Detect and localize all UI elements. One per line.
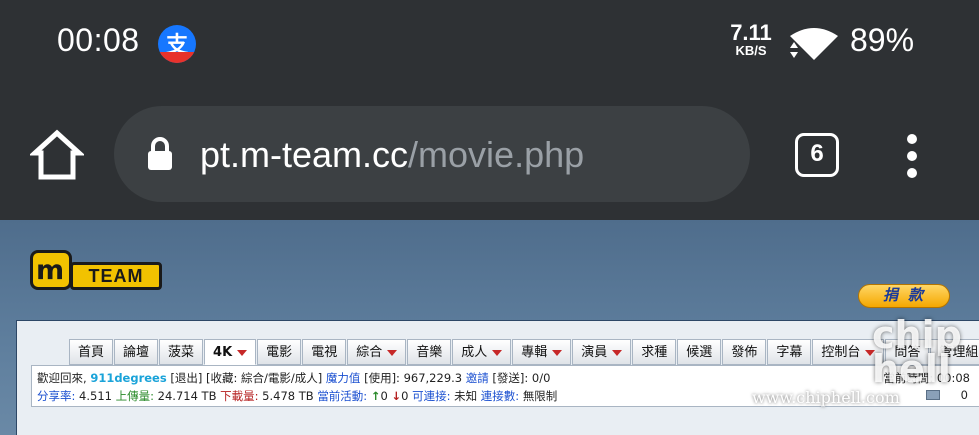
sent-value: [發送]: 0/0 bbox=[492, 371, 551, 385]
dropdown-caret-icon bbox=[387, 349, 398, 356]
dropdown-caret-icon bbox=[552, 349, 563, 356]
dropdown-caret-icon bbox=[492, 349, 503, 356]
nav-tab-2[interactable]: 菠菜 bbox=[159, 339, 204, 365]
nav-tab-label: 字幕 bbox=[776, 345, 803, 360]
lock-icon bbox=[148, 137, 172, 170]
nav-tab-label: 綜合 bbox=[356, 345, 383, 360]
nav-tab-1[interactable]: 論壇 bbox=[114, 339, 159, 365]
connectable-value: 未知 bbox=[454, 389, 478, 403]
logo-text: TEAM bbox=[88, 266, 144, 286]
watermark-text: www.chiphell.com bbox=[752, 388, 900, 407]
tab-switcher-button[interactable]: 6 bbox=[795, 133, 839, 177]
active-seeding[interactable]: 0 bbox=[380, 389, 387, 403]
nav-tab-9[interactable]: 專輯 bbox=[512, 339, 572, 365]
upload-value: 24.714 TB bbox=[157, 389, 217, 403]
connections-value: 無限制 bbox=[522, 389, 558, 403]
bonus-link[interactable]: 魔力值 bbox=[326, 371, 361, 385]
nav-tab-label: 首頁 bbox=[78, 345, 105, 360]
nav-tab-label: 求種 bbox=[641, 345, 668, 360]
battery-level: 89% bbox=[850, 22, 915, 58]
nav-tab-0[interactable]: 首頁 bbox=[69, 339, 114, 365]
download-value: 5.478 TB bbox=[262, 389, 314, 403]
active-leeching[interactable]: 0 bbox=[401, 389, 408, 403]
url-path: /movie.php bbox=[408, 134, 585, 175]
active-label: 當前活動: bbox=[317, 389, 368, 403]
network-speed: 7.11 KB/S bbox=[728, 22, 774, 58]
nav-tab-label: 專輯 bbox=[521, 345, 548, 360]
connectable-label: 可連接: bbox=[412, 389, 451, 403]
nav-tab-label: 電視 bbox=[311, 345, 338, 360]
nav-tab-label: 音樂 bbox=[416, 345, 443, 360]
nav-tab-7[interactable]: 音樂 bbox=[407, 339, 452, 365]
user-info-row-1: 歡迎回來, 911degrees [退出] [收藏: 綜合/電影/成人] 魔力值… bbox=[37, 370, 550, 386]
nav-tab-8[interactable]: 成人 bbox=[452, 339, 512, 365]
nav-tab-13[interactable]: 發佈 bbox=[722, 339, 767, 365]
network-speed-value: 7.11 bbox=[730, 20, 772, 45]
status-bar: 00:08 支 7.11 KB/S 89% bbox=[0, 0, 979, 88]
network-speed-unit: KB/S bbox=[735, 43, 767, 58]
nav-tab-label: 候選 bbox=[686, 345, 713, 360]
ratio-label: 分享率: bbox=[37, 389, 76, 403]
download-label: 下載量: bbox=[220, 389, 259, 403]
main-nav: 首頁 論壇 菠菜 4K 電影 電視 綜合 音樂 成人 專輯 演員 求種 候選 發佈 字幕 控制台 問答 管理組 bbox=[69, 339, 979, 365]
nav-tab-14[interactable]: 字幕 bbox=[767, 339, 812, 365]
nav-tab-label: 論壇 bbox=[123, 345, 150, 360]
nav-tab-label: 成人 bbox=[461, 345, 488, 360]
url-text[interactable]: pt.m-team.cc/movie.php bbox=[200, 134, 584, 176]
connections-label: 連接數: bbox=[480, 389, 520, 403]
user-info-row-2: 分享率: 4.511 上傳量: 24.714 TB 下載量: 5.478 TB … bbox=[37, 388, 557, 404]
nav-tab-6[interactable]: 綜合 bbox=[347, 339, 407, 365]
nav-tab-10[interactable]: 演員 bbox=[572, 339, 632, 365]
donate-button[interactable]: 捐款 bbox=[858, 284, 950, 308]
bonus-value: [使用]: 967,229.3 bbox=[364, 371, 463, 385]
nav-tab-4[interactable]: 電影 bbox=[257, 339, 302, 365]
welcome-text: 歡迎回來, bbox=[37, 371, 87, 385]
invite-link[interactable]: 邀請 bbox=[466, 371, 489, 385]
nav-tab-label: 電影 bbox=[266, 345, 293, 360]
overflow-menu-icon[interactable] bbox=[900, 132, 924, 180]
nav-tab-label: 演員 bbox=[581, 345, 608, 360]
address-bar[interactable]: pt.m-team.cc/movie.php bbox=[114, 106, 750, 202]
logout-link[interactable]: [退出] bbox=[170, 371, 202, 385]
browser-toolbar: pt.m-team.cc/movie.php 6 bbox=[0, 88, 979, 220]
ratio-value: 4.511 bbox=[79, 389, 112, 403]
main-panel: 首頁 論壇 菠菜 4K 電影 電視 綜合 音樂 成人 專輯 演員 求種 候選 發佈 字幕 控制台 問答 管理組 歡… bbox=[16, 320, 979, 435]
leeching-arrow-icon: ↓ bbox=[391, 389, 402, 403]
nav-tab-label: 控制台 bbox=[821, 345, 861, 360]
dropdown-caret-icon bbox=[237, 349, 248, 356]
nav-tab-label: 4K bbox=[213, 345, 233, 360]
home-icon[interactable] bbox=[30, 128, 84, 182]
nav-tab-5[interactable]: 電視 bbox=[302, 339, 347, 365]
web-page: m TEAM 捐款 首頁 論壇 菠菜 4K 電影 電視 綜合 音樂 成人 專輯 演員 求種 候選 發佈 字幕… bbox=[0, 220, 979, 435]
wifi-icon bbox=[790, 28, 838, 60]
nav-tab-label: 發佈 bbox=[731, 345, 758, 360]
status-time: 00:08 bbox=[57, 22, 140, 58]
nav-tab-3[interactable]: 4K bbox=[204, 339, 257, 365]
alipay-icon: 支 bbox=[158, 25, 196, 63]
username-link[interactable]: 911degrees bbox=[90, 371, 166, 385]
nav-tab-11[interactable]: 求種 bbox=[632, 339, 677, 365]
logo-letter: m bbox=[36, 255, 65, 286]
url-host: pt.m-team.cc bbox=[200, 134, 409, 175]
favorites-text[interactable]: [收藏: 綜合/電影/成人] bbox=[206, 371, 322, 385]
dropdown-caret-icon bbox=[612, 349, 623, 356]
site-logo[interactable]: m TEAM bbox=[30, 250, 162, 290]
nav-tab-12[interactable]: 候選 bbox=[677, 339, 722, 365]
upload-label: 上傳量: bbox=[115, 389, 154, 403]
nav-tab-label: 菠菜 bbox=[168, 345, 195, 360]
